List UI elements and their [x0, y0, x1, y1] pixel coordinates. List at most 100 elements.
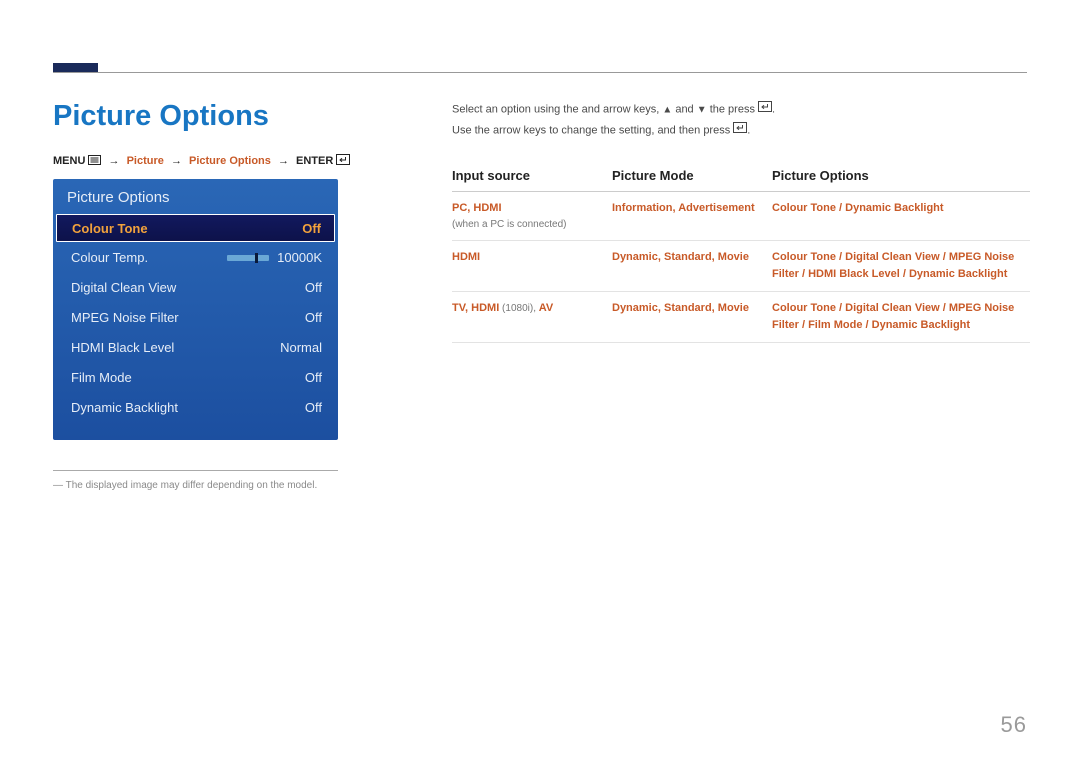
value-token: Standard [664, 251, 712, 263]
value-token: HDMI [471, 302, 499, 314]
value-separator: / [799, 268, 808, 280]
col-input-source: Input source [452, 162, 612, 192]
footnote: ― The displayed image may differ dependi… [53, 480, 317, 491]
value-token: Digital Clean View [845, 251, 940, 263]
value-separator: / [862, 319, 871, 331]
page-number: 56 [1001, 712, 1027, 738]
osd-row-label: Film Mode [71, 370, 132, 385]
value-token: Colour Tone [772, 202, 836, 214]
value-token: Colour Tone [772, 251, 836, 263]
breadcrumb-arrow-icon: → [274, 155, 293, 167]
osd-row-label: Digital Clean View [71, 280, 176, 295]
osd-row-value-wrap: Off [305, 310, 322, 325]
breadcrumb: MENU → Picture → Picture Options → ENTER [53, 154, 350, 168]
osd-row-value-wrap: Off [302, 221, 321, 236]
value-note: (1080i), [499, 303, 538, 314]
osd-row-value-wrap: Off [305, 370, 322, 385]
osd-row-value-wrap: Off [305, 280, 322, 295]
enter-icon [733, 120, 747, 141]
top-tab-accent [53, 63, 98, 72]
instruction-text: and [672, 103, 696, 115]
osd-row-value: Off [305, 310, 322, 325]
page-title: Picture Options [53, 100, 269, 133]
cell-picture-mode: Information, Advertisement [612, 191, 772, 241]
value-token: Film Mode [808, 319, 862, 331]
cell-picture-options: Colour Tone / Dynamic Backlight [772, 191, 1030, 241]
osd-panel: Picture Options Colour Tone Off Colour Tem… [53, 179, 338, 440]
osd-row[interactable]: HDMI Black Level Normal [53, 332, 338, 362]
col-picture-options: Picture Options [772, 162, 1030, 192]
value-token: Dynamic [612, 251, 658, 263]
value-token: PC [452, 202, 467, 214]
cell-note: (when a PC is connected) [452, 217, 602, 233]
osd-title: Picture Options [53, 179, 338, 214]
col-picture-mode: Picture Mode [612, 162, 772, 192]
value-token: Movie [718, 251, 749, 263]
cell-input-source: TV, HDMI (1080i), AV [452, 292, 612, 343]
down-arrow-icon: ▼ [697, 104, 707, 115]
cell-picture-options: Colour Tone / Digital Clean View / MPEG … [772, 241, 1030, 292]
instruction-text: . [747, 125, 750, 137]
osd-row-value: Off [305, 400, 322, 415]
options-table: Input source Picture Mode Picture Option… [452, 162, 1030, 344]
breadcrumb-path-1: Picture [127, 155, 164, 167]
value-token: Digital Clean View [845, 302, 940, 314]
footnote-rule [53, 470, 338, 471]
value-token: Dynamic Backlight [872, 319, 970, 331]
value-token: AV [539, 302, 553, 314]
value-separator: / [940, 251, 949, 263]
instruction-line-2: Use the arrow keys to change the setting… [452, 120, 1030, 141]
cell-picture-options: Colour Tone / Digital Clean View / MPEG … [772, 292, 1030, 343]
osd-row[interactable]: Digital Clean View Off [53, 272, 338, 302]
osd-row-label: HDMI Black Level [71, 340, 174, 355]
slider-icon[interactable] [227, 255, 269, 261]
instruction-text: Select an option using the and arrow key… [452, 103, 662, 115]
value-token: Colour Tone [772, 302, 836, 314]
osd-row-label: MPEG Noise Filter [71, 310, 179, 325]
value-token: Information [612, 202, 673, 214]
menu-icon [88, 155, 101, 168]
top-rule [53, 72, 1027, 73]
cell-input-source: HDMI [452, 241, 612, 292]
osd-row-label: Colour Tone [72, 221, 148, 236]
table-row: TV, HDMI (1080i), AVDynamic, Standard, M… [452, 292, 1030, 343]
value-token: Dynamic Backlight [909, 268, 1007, 280]
cell-picture-mode: Dynamic, Standard, Movie [612, 241, 772, 292]
osd-row-value-wrap: 10000K [227, 250, 322, 265]
osd-row[interactable]: Dynamic BacklightOff [53, 392, 338, 422]
value-token: HDMI Black Level [808, 268, 900, 280]
value-token: TV [452, 302, 465, 314]
osd-rows: Colour Tone Off Colour Temp. 10000K Digital … [53, 214, 338, 422]
breadcrumb-enter: ENTER [296, 155, 333, 167]
osd-row-value-wrap: Off [305, 400, 322, 415]
instruction-line-1: Select an option using the and arrow key… [452, 99, 1030, 120]
value-token: Movie [718, 302, 749, 314]
value-token: HDMI [473, 202, 501, 214]
instruction-text: Use the arrow keys to change the setting… [452, 125, 733, 137]
osd-row-value: Off [302, 221, 321, 236]
osd-row-value-wrap: Normal [280, 340, 322, 355]
osd-row[interactable]: Colour Tone Off [56, 214, 335, 242]
enter-icon [758, 99, 772, 120]
instruction-text: the press [707, 103, 758, 115]
cell-picture-mode: Dynamic, Standard, Movie [612, 292, 772, 343]
right-column: Select an option using the and arrow key… [452, 99, 1030, 343]
osd-row[interactable]: MPEG Noise Filter Off [53, 302, 338, 332]
osd-row-value: 10000K [277, 250, 322, 265]
instruction-text: . [772, 103, 775, 115]
value-separator: / [836, 251, 845, 263]
breadcrumb-menu: MENU [53, 155, 85, 167]
table-row: HDMIDynamic, Standard, MovieColour Tone … [452, 241, 1030, 292]
breadcrumb-arrow-icon: → [105, 155, 124, 167]
osd-row[interactable]: Colour Temp. 10000K [53, 242, 338, 272]
value-token: Dynamic [612, 302, 658, 314]
osd-row-value: Off [305, 280, 322, 295]
osd-row[interactable]: Film Mode Off [53, 362, 338, 392]
enter-icon [336, 154, 350, 168]
value-separator: / [799, 319, 808, 331]
osd-row-label: Colour Temp. [71, 250, 148, 265]
table-header-row: Input source Picture Mode Picture Option… [452, 162, 1030, 192]
value-separator: / [836, 302, 845, 314]
up-arrow-icon: ▲ [662, 104, 672, 115]
osd-row-value: Off [305, 370, 322, 385]
